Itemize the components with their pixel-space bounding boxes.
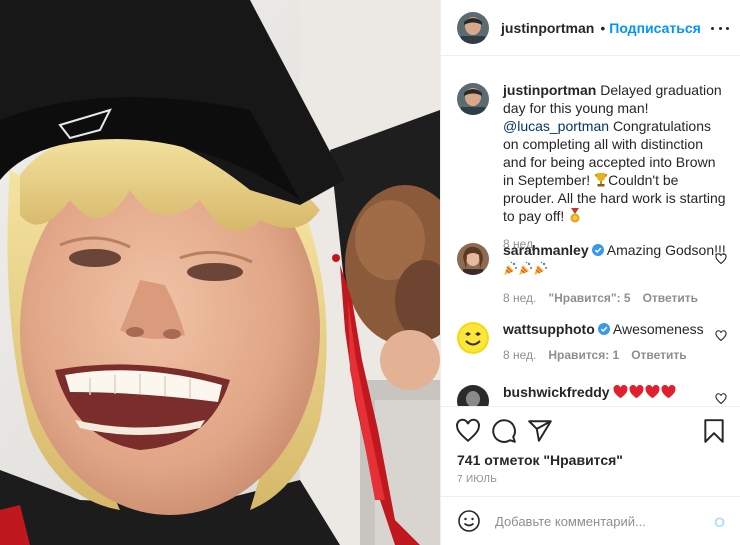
bookmark-icon[interactable]: [701, 418, 727, 444]
avatar[interactable]: [457, 385, 489, 406]
comment-likes[interactable]: Нравится: 1: [548, 348, 619, 362]
comment-text: bushwickfreddy: [503, 383, 727, 401]
post-comment-button[interactable]: О: [714, 514, 725, 530]
add-comment-bar: Добавьте комментарий... О: [441, 496, 740, 545]
red-heart-icon: [662, 385, 676, 399]
caption-username[interactable]: justinportman: [503, 82, 596, 98]
post-date[interactable]: 7 ИЮЛЬ: [457, 474, 497, 485]
comment-body: Awesomeness: [612, 321, 704, 337]
party-horn-icon: [519, 261, 532, 275]
comment-body: Amazing Godson!!!: [606, 242, 726, 258]
comment-input[interactable]: Добавьте комментарий...: [495, 514, 646, 529]
follow-button[interactable]: Подписаться: [609, 20, 701, 36]
red-heart-icon: [646, 385, 660, 399]
comment-item: sarahmanley Amazing Godson!!! 8 нед. "Нр…: [457, 241, 727, 305]
comment-meta: 8 нед. Нравится: 1 Ответить: [503, 348, 727, 362]
comment-icon[interactable]: [491, 418, 517, 444]
likes-count[interactable]: 741 отметок "Нравится": [457, 452, 623, 468]
verified-icon: [591, 244, 604, 256]
comment-text: sarahmanley Amazing Godson!!!: [503, 241, 727, 277]
reply-button[interactable]: Ответить: [643, 291, 698, 305]
trophy-icon: [595, 173, 608, 187]
avatar[interactable]: [457, 322, 489, 354]
red-heart-icon: [614, 385, 628, 399]
caption-mention[interactable]: @lucas_portman: [503, 118, 609, 134]
comment-username[interactable]: bushwickfreddy: [503, 384, 610, 400]
comment-item: wattsupphoto Awesomeness 8 нед. Нравится…: [457, 320, 727, 362]
caption-text: justinportman Delayed graduation day for…: [503, 81, 727, 225]
medal-icon: [570, 208, 580, 223]
comment-item: bushwickfreddy: [457, 383, 727, 406]
comment-time[interactable]: 8 нед.: [503, 348, 536, 362]
avatar[interactable]: [457, 11, 489, 44]
comment-likes[interactable]: "Нравится": 5: [548, 291, 630, 305]
verified-icon: [597, 323, 610, 335]
separator-dot: •: [600, 19, 606, 36]
comment-like-heart-icon[interactable]: [715, 393, 727, 405]
comment-text: wattsupphoto Awesomeness: [503, 320, 727, 338]
more-icon[interactable]: [711, 19, 729, 37]
avatar[interactable]: [457, 243, 489, 275]
post-photo[interactable]: [0, 0, 440, 545]
post-sidebar: justinportman • Подписаться justinportma…: [440, 0, 740, 545]
action-bar: [441, 408, 740, 452]
caption: justinportman Delayed graduation day for…: [457, 81, 727, 251]
header-username[interactable]: justinportman: [501, 20, 594, 36]
share-icon[interactable]: [527, 418, 553, 444]
comment-like-heart-icon[interactable]: [715, 253, 727, 265]
graduation-selfie-image: [0, 0, 440, 545]
party-horn-icon: [534, 261, 547, 275]
party-horn-icon: [504, 261, 517, 275]
red-heart-icon: [630, 385, 644, 399]
comments-list[interactable]: justinportman Delayed graduation day for…: [441, 57, 740, 407]
emoji-icon[interactable]: [457, 509, 481, 533]
heart-icon[interactable]: [455, 418, 481, 444]
post-header: justinportman • Подписаться: [441, 0, 740, 56]
reply-button[interactable]: Ответить: [631, 348, 686, 362]
comment-like-heart-icon[interactable]: [715, 330, 727, 342]
comment-username[interactable]: sarahmanley: [503, 242, 589, 258]
comment-meta: 8 нед. "Нравится": 5 Ответить: [503, 291, 727, 305]
comment-username[interactable]: wattsupphoto: [503, 321, 595, 337]
comment-time[interactable]: 8 нед.: [503, 291, 536, 305]
avatar[interactable]: [457, 83, 489, 115]
